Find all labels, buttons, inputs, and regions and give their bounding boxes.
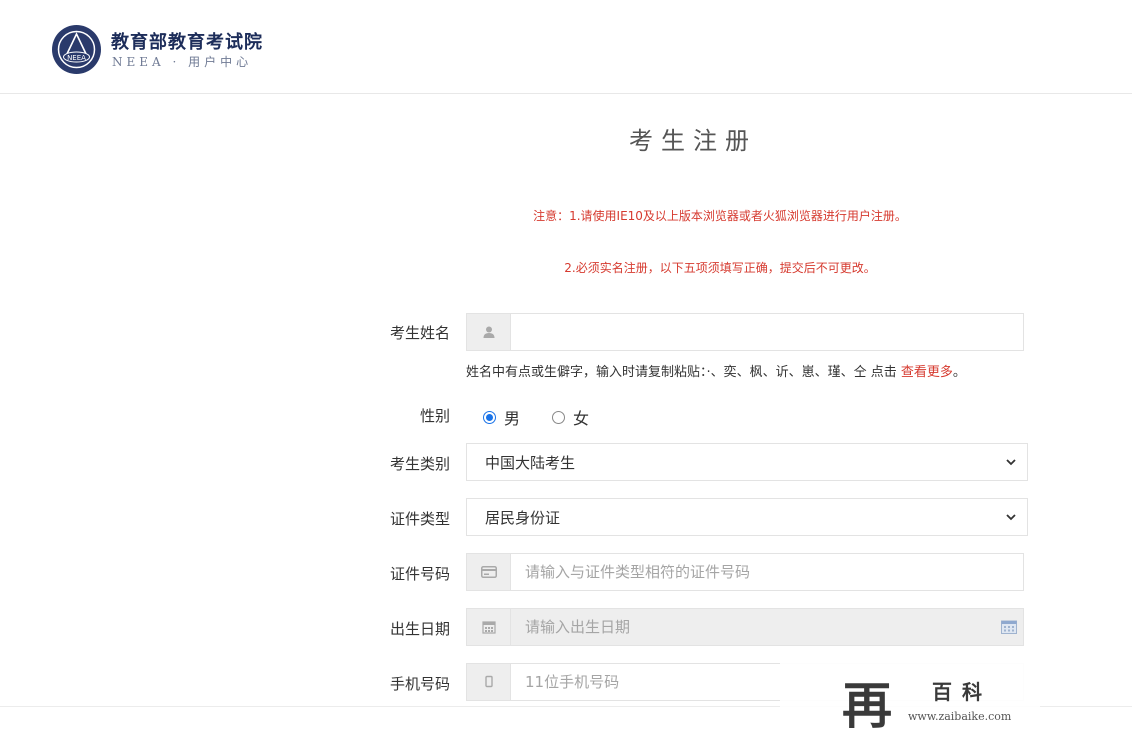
- id-card-icon: [467, 554, 511, 590]
- watermark-glyph: 再: [842, 676, 892, 735]
- brand-title: 教育部教育考试院: [111, 32, 263, 53]
- radio-female[interactable]: [552, 410, 566, 424]
- name-input[interactable]: [511, 314, 1023, 350]
- svg-text:NEEA: NEEA: [67, 54, 86, 62]
- birth-date-input[interactable]: [511, 609, 1023, 645]
- notice-browser: 注意：1.请使用IE10及以上版本浏览器或者火狐浏览器进行用户注册。: [533, 209, 907, 223]
- id-number-input[interactable]: [511, 554, 1023, 590]
- chevron-down-icon: [1006, 514, 1016, 521]
- date-picker-icon[interactable]: [1001, 620, 1017, 634]
- gender-female-label: 女: [573, 409, 590, 428]
- user-icon: [467, 314, 511, 350]
- radio-male[interactable]: [483, 410, 496, 424]
- neea-logo-icon[interactable]: NEEA: [51, 24, 102, 75]
- calendar-icon: [467, 609, 511, 645]
- id-type-label: 证件类型: [389, 510, 450, 528]
- id-number-label: 证件号码: [389, 565, 450, 583]
- name-hint: 姓名中有点或生僻字，输入时请复制粘贴：·、奕、枫、䜣、崽、瑾、仝 点击 查看更多…: [466, 361, 966, 380]
- name-label: 考生姓名: [389, 324, 450, 342]
- name-input-group: [466, 313, 1024, 351]
- brand-subtitle: NEEA · 用户中心: [112, 55, 253, 69]
- chevron-down-icon: [1006, 459, 1016, 466]
- name-hint-text: 姓名中有点或生僻字，输入时请复制粘贴：·、奕、枫、䜣、崽、瑾、仝 点击: [466, 365, 901, 380]
- view-more-link[interactable]: 查看更多: [901, 365, 953, 380]
- id-type-value: 居民身份证: [485, 508, 561, 527]
- birth-date-label: 出生日期: [389, 620, 450, 638]
- gender-male-label: 男: [504, 409, 521, 428]
- gender-option-male[interactable]: 男: [483, 405, 520, 429]
- candidate-type-label: 考生类别: [389, 455, 450, 473]
- watermark: 再 百科 www.zaibaike.com: [780, 660, 1040, 739]
- site-header: NEEA 教育部教育考试院 NEEA · 用户中心: [0, 0, 1132, 94]
- id-type-select[interactable]: 居民身份证: [466, 498, 1028, 536]
- name-hint-suffix: 。: [952, 365, 966, 380]
- watermark-url: www.zaibaike.com: [908, 710, 1012, 723]
- mobile-icon: [467, 664, 511, 700]
- notice-realname: 2.必须实名注册，以下五项须填写正确，提交后不可更改。: [564, 261, 876, 275]
- id-number-input-group: [466, 553, 1024, 591]
- gender-option-female[interactable]: 女: [552, 405, 589, 429]
- candidate-type-value: 中国大陆考生: [485, 453, 576, 472]
- watermark-name: 百科: [932, 680, 992, 704]
- phone-label: 手机号码: [389, 675, 450, 693]
- gender-radio-group: 男 女: [483, 405, 621, 429]
- page-title: 考生注册: [629, 127, 757, 155]
- candidate-type-select[interactable]: 中国大陆考生: [466, 443, 1028, 481]
- gender-label: 性别: [419, 407, 450, 425]
- birth-date-input-group: [466, 608, 1024, 646]
